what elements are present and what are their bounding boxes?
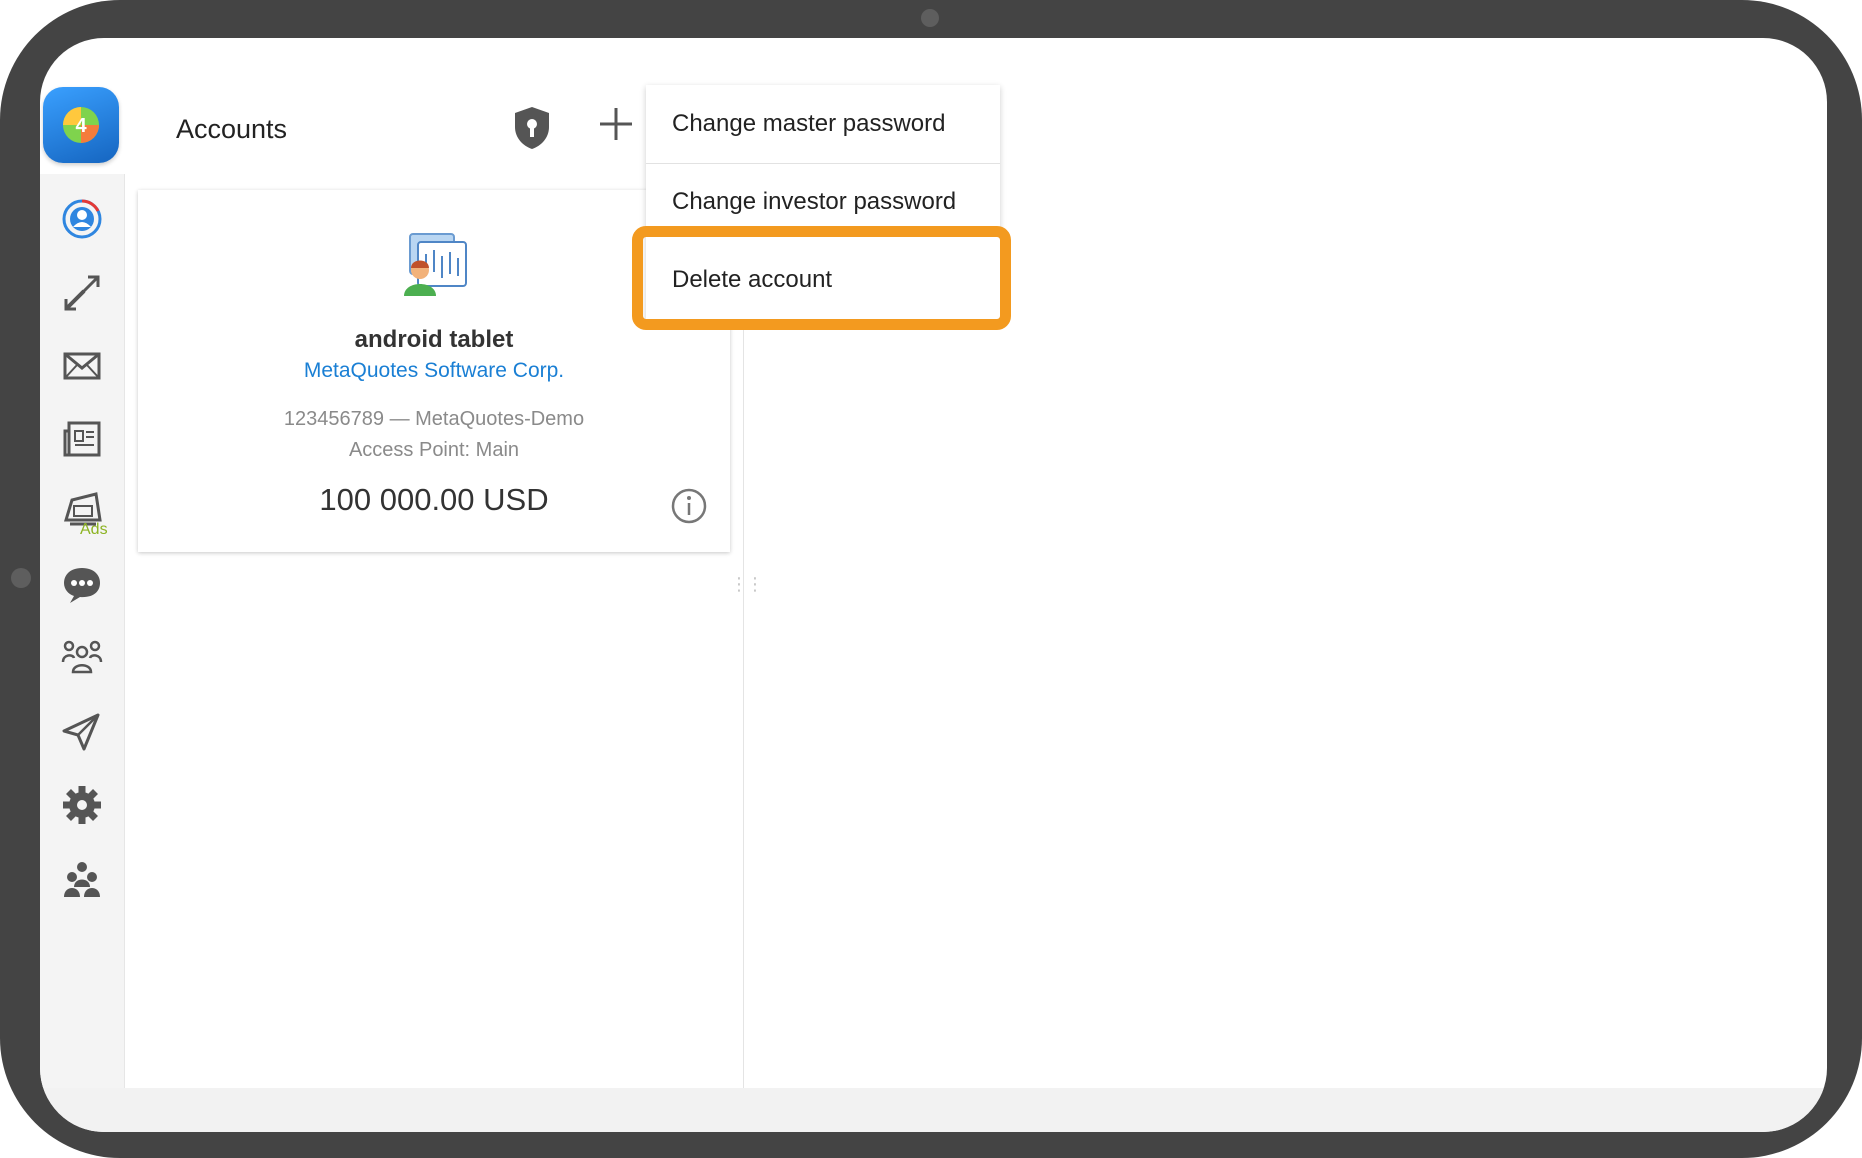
- nav-news[interactable]: [40, 404, 124, 474]
- page-title: Accounts: [176, 114, 288, 144]
- sidebar: Ads: [40, 174, 125, 1088]
- nav-mail[interactable]: [40, 331, 124, 401]
- nav-trade[interactable]: [40, 258, 124, 328]
- delete-account-highlight: [632, 226, 1011, 330]
- mail-icon: [63, 352, 101, 380]
- telegram-icon: [62, 713, 100, 751]
- account-icon: [62, 199, 102, 239]
- metatrader-logo-icon[interactable]: 4: [43, 87, 119, 163]
- menu-change-master-password[interactable]: Change master password: [646, 85, 1000, 163]
- nav-chat[interactable]: [40, 550, 124, 620]
- account-balance: 100 000.00 USD: [319, 482, 549, 517]
- tablet-frame: Ads 4 Accounts ⋮⋮ android tablet MetaQuo…: [0, 0, 1862, 1158]
- nav-account[interactable]: [40, 184, 124, 254]
- plus-icon[interactable]: [596, 104, 636, 144]
- chat-icon: [64, 568, 100, 603]
- settings-icon: [63, 786, 101, 824]
- ads-label: Ads: [80, 521, 108, 538]
- trade-icon: [64, 275, 100, 311]
- svg-text:4: 4: [75, 115, 87, 137]
- shield-lock-icon[interactable]: [512, 105, 552, 151]
- side-button-dot: [11, 568, 31, 588]
- info-icon[interactable]: [670, 487, 708, 525]
- account-avatar-icon: [404, 233, 467, 296]
- nav-community[interactable]: [40, 623, 124, 693]
- nav-traders[interactable]: [40, 844, 124, 914]
- screen: Ads 4 Accounts ⋮⋮ android tablet MetaQuo…: [40, 38, 1827, 1132]
- account-company[interactable]: MetaQuotes Software Corp.: [138, 359, 730, 383]
- news-icon: [63, 421, 101, 457]
- traders-icon: [64, 862, 100, 897]
- nav-settings[interactable]: [40, 770, 124, 840]
- account-number-server: 123456789 — MetaQuotes-Demo: [283, 408, 585, 430]
- account-name: android tablet: [354, 326, 514, 353]
- nav-ads[interactable]: Ads: [40, 477, 124, 547]
- account-access-point: Access Point: Main: [348, 439, 520, 461]
- resize-handle[interactable]: ⋮⋮: [730, 574, 764, 595]
- nav-telegram[interactable]: [40, 696, 124, 766]
- community-icon: [61, 640, 103, 674]
- camera-dot: [921, 9, 939, 27]
- bottom-bar: [40, 1088, 1827, 1132]
